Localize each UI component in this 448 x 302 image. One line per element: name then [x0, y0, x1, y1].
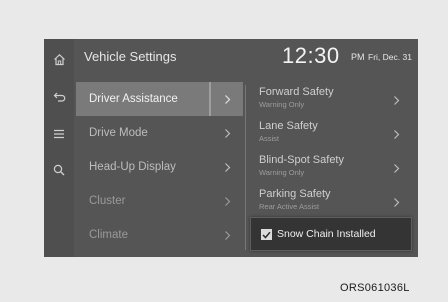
chevron-right-icon: [393, 161, 400, 179]
figure-code: ORS061036L: [340, 282, 410, 294]
submenu-item-blind-spot-safety[interactable]: Blind-Spot Safety Warning Only: [248, 150, 412, 184]
chevron-right-icon: [393, 195, 400, 213]
snow-chain-toggle[interactable]: Snow Chain Installed: [250, 217, 412, 251]
screen-title: Vehicle Settings: [84, 49, 177, 64]
submenu-item-title: Forward Safety: [259, 86, 334, 98]
menu-item-drive-mode[interactable]: Drive Mode: [76, 116, 243, 150]
back-icon[interactable]: [44, 86, 74, 108]
selection-marker: [209, 82, 211, 116]
submenu-divider: [245, 85, 246, 250]
submenu-item-title: Blind-Spot Safety: [259, 154, 344, 166]
menu-item-label: Drive Mode: [89, 127, 148, 139]
chevron-right-icon: [224, 228, 231, 246]
submenu-item-title: Lane Safety: [259, 120, 318, 132]
menu-icon[interactable]: [44, 123, 74, 145]
chevron-right-icon: [224, 160, 231, 178]
menu-item-head-up-display[interactable]: Head-Up Display: [76, 150, 243, 184]
menu-item-cluster[interactable]: Cluster: [76, 184, 243, 218]
menu-item-label: Head-Up Display: [89, 161, 176, 173]
clock-date: Fri, Dec. 31: [368, 52, 412, 62]
submenu-item-value: Rear Active Assist: [259, 202, 320, 211]
snow-chain-label: Snow Chain Installed: [277, 228, 376, 240]
infotainment-screen: Vehicle Settings 12:30 PM Fri, Dec. 31 D…: [44, 39, 418, 257]
submenu-item-parking-safety[interactable]: Parking Safety Rear Active Assist: [248, 184, 412, 218]
home-icon[interactable]: [44, 48, 74, 70]
submenu-item-title: Parking Safety: [259, 188, 331, 200]
menu-item-climate[interactable]: Climate: [76, 218, 243, 252]
menu-item-label: Climate: [89, 229, 128, 241]
settings-menu: Driver Assistance Drive Mode Head-Up Dis…: [76, 82, 243, 252]
submenu-item-value: Warning Only: [259, 168, 305, 177]
driver-assistance-submenu: Forward Safety Warning Only Lane Safety …: [248, 82, 412, 218]
left-rail: [44, 39, 74, 257]
submenu-item-lane-safety[interactable]: Lane Safety Assist: [248, 116, 412, 150]
menu-item-label: Driver Assistance: [89, 93, 178, 105]
search-icon[interactable]: [44, 159, 74, 181]
chevron-right-icon: [224, 126, 231, 144]
chevron-right-icon: [393, 93, 400, 111]
clock-ampm: PM: [351, 52, 365, 62]
snow-chain-checkbox[interactable]: [261, 229, 272, 240]
submenu-item-value: Assist: [259, 134, 280, 143]
menu-item-label: Cluster: [89, 195, 126, 207]
chevron-right-icon: [224, 92, 231, 110]
clock-time: 12:30: [282, 43, 340, 68]
submenu-item-forward-safety[interactable]: Forward Safety Warning Only: [248, 82, 412, 116]
menu-item-driver-assistance[interactable]: Driver Assistance: [76, 82, 243, 116]
chevron-right-icon: [224, 194, 231, 212]
submenu-item-value: Warning Only: [259, 100, 305, 109]
checkmark-icon: [262, 231, 271, 239]
chevron-right-icon: [393, 127, 400, 145]
